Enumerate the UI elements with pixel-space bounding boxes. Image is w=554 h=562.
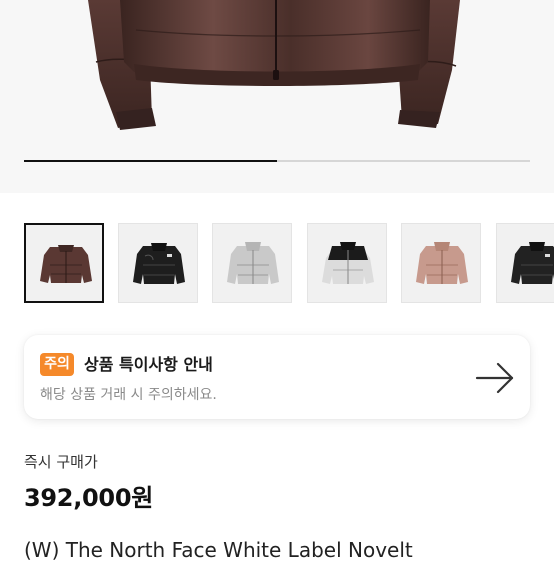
thumbnail-2[interactable]	[118, 223, 198, 303]
product-main-image[interactable]	[0, 0, 554, 193]
thumbnail-3[interactable]	[212, 223, 292, 303]
jacket-image	[88, 0, 460, 130]
gallery-progress-fill	[24, 160, 277, 162]
warning-badge: 주의	[40, 353, 74, 376]
price-value: 392,000원	[24, 484, 153, 512]
gallery-progress-track	[24, 160, 530, 162]
notice-title: 상품 특이사항 안내	[84, 355, 213, 374]
jacket-thumbnail-black-2	[511, 242, 554, 284]
arrow-right-icon[interactable]	[474, 360, 516, 396]
thumbnail-1[interactable]	[24, 223, 104, 303]
jacket-thumbnail-pink	[416, 242, 468, 284]
product-name: (W) The North Face White Label Novelt	[24, 538, 413, 562]
thumbnail-6[interactable]	[496, 223, 554, 303]
jacket-thumbnail-brown	[40, 245, 92, 283]
thumbnail-4[interactable]	[307, 223, 387, 303]
jacket-thumbnail-black	[133, 243, 185, 284]
thumbnail-strip	[24, 223, 554, 305]
notice-subtitle: 해당 상품 거래 시 주의하세요.	[40, 387, 217, 403]
price-label: 즉시 구매가	[24, 453, 98, 471]
notice-card[interactable]: 주의 상품 특이사항 안내 해당 상품 거래 시 주의하세요.	[24, 335, 530, 419]
jacket-thumbnail-white-black	[322, 242, 374, 284]
thumbnail-5[interactable]	[401, 223, 481, 303]
jacket-thumbnail-silver	[227, 242, 279, 284]
